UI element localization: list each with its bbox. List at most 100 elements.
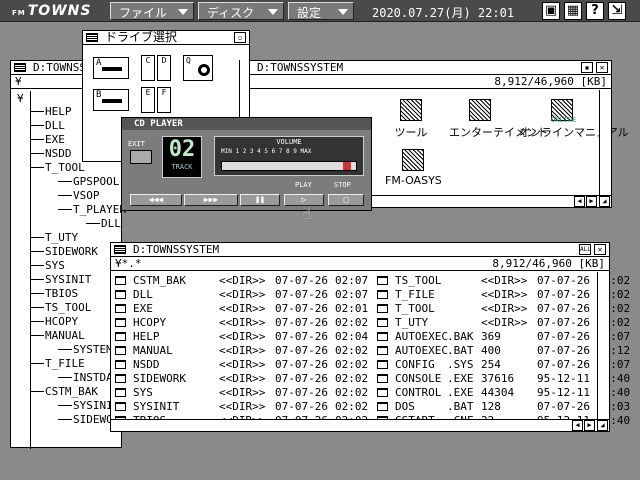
tree-item[interactable]: T_UTY xyxy=(45,231,78,244)
close-icon[interactable]: ✕ xyxy=(594,244,606,255)
file-row[interactable]: CSTM_BAK <<DIR>> 07-07-26 02:07 xyxy=(115,274,368,288)
chevron-down-icon xyxy=(338,9,348,15)
file-name: T_UTY xyxy=(395,316,429,329)
rewind-button[interactable]: ◀◀◀ xyxy=(130,194,182,206)
tree-item[interactable]: DLL xyxy=(45,119,65,132)
exit-button[interactable] xyxy=(130,150,152,164)
tree-item[interactable]: SYSTEM xyxy=(73,343,113,356)
exit-icon[interactable]: ⇲ xyxy=(608,2,626,20)
tree-branch-line xyxy=(58,195,72,196)
file-row[interactable]: SYS <<DIR>> 07-07-26 02:02 xyxy=(115,386,368,400)
file-name: HCOPY xyxy=(133,316,167,329)
tree-root[interactable]: ¥ xyxy=(17,92,24,105)
file-ext: .BAK xyxy=(447,330,474,343)
file-row[interactable]: HELP <<DIR>> 07-07-26 02:04 xyxy=(115,330,368,344)
tree-item[interactable]: SIDEWORK xyxy=(45,245,98,258)
minimize-icon[interactable]: ▫ xyxy=(234,32,246,43)
drive-d[interactable]: D xyxy=(157,55,171,81)
all-button[interactable]: ALL xyxy=(579,244,591,255)
file-size: <<DIR>> xyxy=(219,386,266,399)
volume-thumb[interactable] xyxy=(342,162,351,170)
tree-item[interactable]: NSDD xyxy=(45,147,72,160)
tree-item[interactable]: T_FILE xyxy=(45,357,85,370)
tree-item[interactable]: GPSPOOL xyxy=(73,175,119,188)
drive-e[interactable]: E xyxy=(141,87,155,113)
file-row[interactable]: T_UTY <<DIR>> 07-07-26 02:02 xyxy=(377,316,630,330)
drive-window-titlebar[interactable]: ドライブ選択 xyxy=(83,31,249,45)
drive-q-cdrom[interactable]: Q xyxy=(183,55,213,81)
volume-slider[interactable] xyxy=(221,161,357,171)
file-date: 07-07-26 xyxy=(275,288,328,301)
vertical-scrollbar[interactable] xyxy=(599,90,611,195)
pause-button[interactable]: ❚❚ xyxy=(240,194,280,206)
tree-item[interactable]: HCOPY xyxy=(45,315,78,328)
drive-b[interactable]: B xyxy=(93,89,129,111)
drive-a[interactable]: A xyxy=(93,57,129,79)
all-button[interactable]: ▪ xyxy=(581,62,593,73)
file-row[interactable]: SIDEWORK <<DIR>> 07-07-26 02:02 xyxy=(115,372,368,386)
calculator-icon[interactable]: ▦ xyxy=(564,2,582,20)
window-menu-icon[interactable] xyxy=(14,63,26,72)
tree-item[interactable]: EXE xyxy=(45,133,65,146)
file-row[interactable]: AUTOEXEC .BAT 400 07-07-26 02:12 xyxy=(377,344,630,358)
file-row[interactable]: DOS .BAT 128 07-07-26 02:03 xyxy=(377,400,630,414)
file-row[interactable]: SYSINIT <<DIR>> 07-07-26 02:02 xyxy=(115,400,368,414)
file-window-titlebar[interactable]: D:TOWNSSYSTEM xyxy=(111,243,609,257)
tree-item[interactable]: MANUAL xyxy=(45,329,85,342)
vertical-scrollbar[interactable] xyxy=(597,272,609,420)
file-row[interactable]: TS_TOOL <<DIR>> 07-07-26 02:02 xyxy=(377,274,630,288)
menu-disk[interactable]: ディスク xyxy=(198,2,284,20)
drive-f[interactable]: F xyxy=(157,87,171,113)
scroll-left-icon[interactable]: ◀ xyxy=(574,196,585,207)
file-row[interactable]: CONSOLE .EXE 37616 95-12-11 10:40 xyxy=(377,372,630,386)
file-row[interactable]: AUTOEXEC .BAK 369 07-07-26 02:07 xyxy=(377,330,630,344)
file-row[interactable]: CONTROL .EXE 44304 95-12-11 10:40 xyxy=(377,386,630,400)
tree-item[interactable]: SYS xyxy=(45,259,65,272)
tree-item[interactable]: VSOP xyxy=(73,189,100,202)
window-menu-icon[interactable] xyxy=(86,33,98,42)
save-icon[interactable]: ▣ xyxy=(542,2,560,20)
resize-icon[interactable]: ◢ xyxy=(599,196,610,207)
cd-player-titlebar[interactable]: CD PLAYER xyxy=(122,118,371,130)
scroll-left-icon[interactable]: ◀ xyxy=(572,420,583,431)
file-row[interactable]: HCOPY <<DIR>> 07-07-26 02:02 xyxy=(115,316,368,330)
help-icon[interactable]: ? xyxy=(586,2,604,20)
tree-item[interactable]: HELP xyxy=(45,105,72,118)
window-menu-icon[interactable] xyxy=(114,245,126,254)
menu-file[interactable]: ファイル xyxy=(110,2,194,20)
file-row[interactable]: DLL <<DIR>> 07-07-26 02:07 xyxy=(115,288,368,302)
drive-c[interactable]: C xyxy=(141,55,155,81)
file-name: SIDEWORK xyxy=(133,372,186,385)
file-size: <<DIR>> xyxy=(481,316,528,329)
file-row[interactable]: EXE <<DIR>> 07-07-26 02:01 xyxy=(115,302,368,316)
file-icon xyxy=(377,332,388,341)
folder-icon xyxy=(377,318,388,327)
tree-item[interactable]: TS_TOOL xyxy=(45,301,91,314)
entertainment-folder-icon[interactable]: エンターテイメント xyxy=(449,99,548,140)
file-row[interactable]: CONFIG .SYS 254 07-07-26 02:07 xyxy=(377,358,630,372)
tree-item[interactable]: SYSINIT xyxy=(45,273,91,286)
stop-button[interactable]: □ xyxy=(328,194,364,206)
stop-label: STOP xyxy=(334,181,351,189)
tool-folder-icon[interactable]: ツール xyxy=(391,99,431,140)
fast-forward-button[interactable]: ▶▶▶ xyxy=(184,194,238,206)
file-row[interactable]: MANUAL <<DIR>> 07-07-26 02:02 xyxy=(115,344,368,358)
folder-icon xyxy=(115,360,126,369)
fm-oasys-icon[interactable]: FM-OASYS xyxy=(385,149,442,187)
scroll-right-icon[interactable]: ▶ xyxy=(586,196,597,207)
file-row[interactable]: T_TOOL <<DIR>> 07-07-26 02:02 xyxy=(377,302,630,316)
tree-item[interactable]: T_TOOL xyxy=(45,161,85,174)
close-icon[interactable]: ✕ xyxy=(596,62,608,73)
tree-item[interactable]: T_PLAYER xyxy=(73,203,126,216)
horizontal-scrollbar[interactable]: ◀ ▶ ◢ xyxy=(111,419,609,431)
scroll-right-icon[interactable]: ▶ xyxy=(584,420,595,431)
icon-window-titlebar[interactable]: D:TOWNSSYSTEM xyxy=(235,61,611,75)
menu-settings[interactable]: 設定 xyxy=(288,2,354,20)
tree-item[interactable]: CSTM_BAK xyxy=(45,385,98,398)
resize-icon[interactable]: ◢ xyxy=(597,420,608,431)
file-row[interactable]: NSDD <<DIR>> 07-07-26 02:02 xyxy=(115,358,368,372)
tree-item[interactable]: TBIOS xyxy=(45,287,78,300)
volume-min: MIN xyxy=(221,148,232,155)
tree-item[interactable]: DLL xyxy=(101,217,121,230)
file-row[interactable]: T_FILE <<DIR>> 07-07-26 02:02 xyxy=(377,288,630,302)
